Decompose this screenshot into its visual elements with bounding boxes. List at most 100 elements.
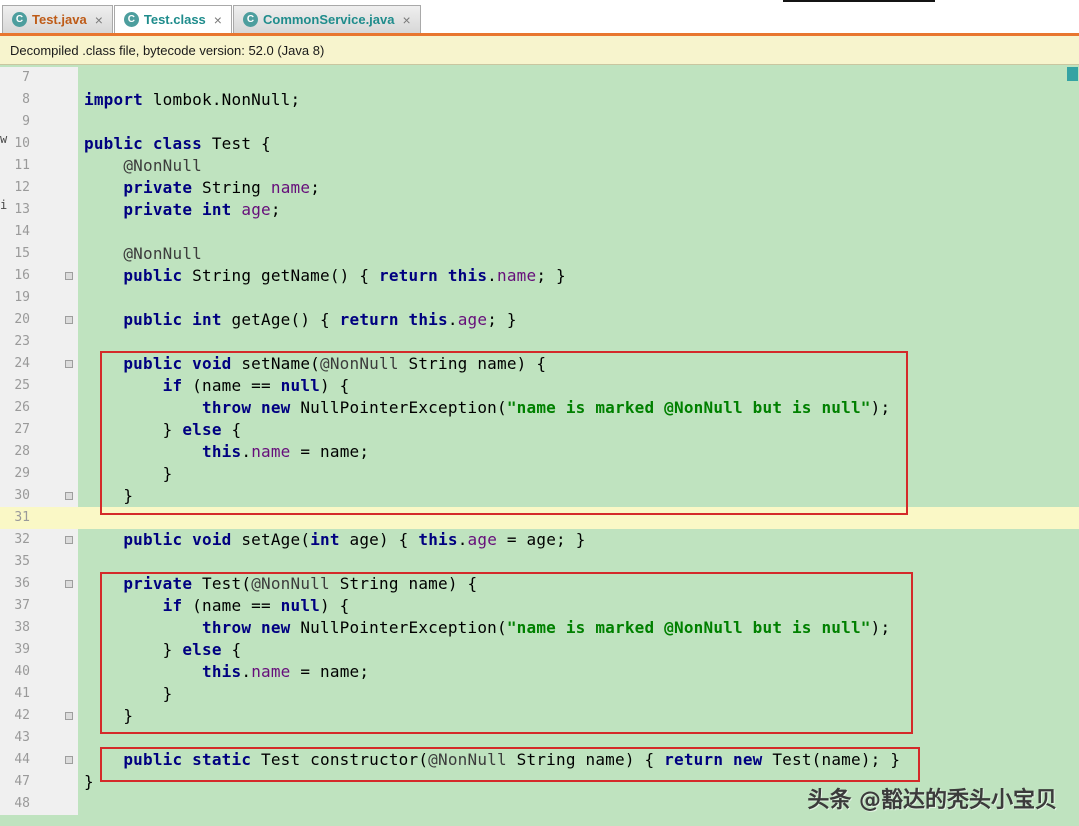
code-line-35[interactable]: 35 (0, 551, 1079, 573)
gutter: 13 (0, 199, 78, 221)
gutter: 41 (0, 683, 78, 705)
ide-window: C Test.java × C Test.class × C CommonService.ja… (0, 0, 1079, 826)
gutter: 10 (0, 133, 78, 155)
line-number: 8 (22, 92, 30, 107)
code-text: private String name; (123, 178, 321, 197)
code-line-9[interactable]: 9 (0, 111, 1079, 133)
line-number: 40 (14, 664, 30, 679)
line-number: 35 (14, 554, 30, 569)
gutter: 48 (0, 793, 78, 815)
fold-marker-icon[interactable] (65, 272, 73, 280)
code-text: import lombok.NonNull; (84, 90, 301, 109)
code-line-11[interactable]: 11 @NonNull (0, 155, 1079, 177)
fold-marker-icon[interactable] (65, 316, 73, 324)
gutter: 24 (0, 353, 78, 375)
code-text: private int age; (123, 200, 281, 219)
gutter: 25 (0, 375, 78, 397)
line-number: 20 (14, 312, 30, 327)
line-number: 42 (14, 708, 30, 723)
fold-marker-icon[interactable] (65, 492, 73, 500)
line-number: 27 (14, 422, 30, 437)
code-line-20[interactable]: 20 public int getAge() { return this.age… (0, 309, 1079, 331)
code-text: public String getName() { return this.na… (123, 266, 566, 285)
gutter: 28 (0, 441, 78, 463)
gutter: 35 (0, 551, 78, 573)
code-line-7[interactable]: 7 (0, 67, 1079, 89)
code-line-10[interactable]: 10 public class Test { (0, 133, 1079, 155)
fold-marker-icon[interactable] (65, 580, 73, 588)
gutter: 26 (0, 397, 78, 419)
top-strip (0, 0, 1079, 5)
line-number: 15 (14, 246, 30, 261)
tab-bar: C Test.java × C Test.class × C CommonService.ja… (0, 5, 1079, 33)
gutter: 30 (0, 485, 78, 507)
close-tab-icon[interactable]: × (95, 13, 103, 27)
tab-test-java[interactable]: C Test.java × (2, 5, 113, 33)
fold-marker-icon[interactable] (65, 712, 73, 720)
banner-text: Decompiled .class file, bytecode version… (10, 42, 325, 58)
code-line-23[interactable]: 23 (0, 331, 1079, 353)
line-number: 37 (14, 598, 30, 613)
fold-marker-icon[interactable] (65, 756, 73, 764)
annotation-box-private-constructor (100, 572, 913, 734)
gutter: 32 (0, 529, 78, 551)
line-number: 19 (14, 290, 30, 305)
edge-fragment: i (0, 198, 8, 212)
watermark: 头条 @豁达的秃头小宝贝 (807, 788, 1057, 813)
gutter: 39 (0, 639, 78, 661)
code-text: @NonNull (123, 244, 203, 263)
gutter: 47 (0, 771, 78, 793)
line-number: 48 (14, 796, 30, 811)
gutter: 20 (0, 309, 78, 331)
line-number: 47 (14, 774, 30, 789)
code-line-19[interactable]: 19 (0, 287, 1079, 309)
close-tab-icon[interactable]: × (403, 13, 411, 27)
code-line-16[interactable]: 16 public String getName() { return this… (0, 265, 1079, 287)
line-number: 28 (14, 444, 30, 459)
line-number: 39 (14, 642, 30, 657)
window-divider (783, 0, 935, 2)
tab-test-class[interactable]: C Test.class × (113, 5, 232, 33)
inspection-indicator[interactable] (1067, 67, 1078, 81)
code-line-12[interactable]: 12 private String name; (0, 177, 1079, 199)
line-number: 25 (14, 378, 30, 393)
class-icon: C (12, 12, 27, 27)
gutter: 12 (0, 177, 78, 199)
tab-label: Test.java (32, 12, 87, 27)
gutter: 40 (0, 661, 78, 683)
code-text: @NonNull (123, 156, 203, 175)
tab-commonservice-java[interactable]: C CommonService.java × (232, 5, 421, 33)
line-number: 30 (14, 488, 30, 503)
close-tab-icon[interactable]: × (214, 13, 222, 27)
code-line-15[interactable]: 15 @NonNull (0, 243, 1079, 265)
code-line-13[interactable]: 13 private int age; (0, 199, 1079, 221)
gutter: 19 (0, 287, 78, 309)
line-number: 14 (14, 224, 30, 239)
gutter: 38 (0, 617, 78, 639)
code-line-32[interactable]: 32 public void setAge(int age) { this.ag… (0, 529, 1079, 551)
gutter: 15 (0, 243, 78, 265)
gutter: 44 (0, 749, 78, 771)
code-line-8[interactable]: 8 import lombok.NonNull; (0, 89, 1079, 111)
gutter: 14 (0, 221, 78, 243)
gutter: 36 (0, 573, 78, 595)
line-number: 32 (14, 532, 30, 547)
fold-marker-icon[interactable] (65, 360, 73, 368)
line-number: 41 (14, 686, 30, 701)
editor[interactable]: 7 8 import lombok.NonNull; 9 10 public class … (0, 65, 1079, 826)
tab-label: CommonService.java (262, 12, 395, 27)
line-number: 16 (14, 268, 30, 283)
code-text: public class Test { (84, 134, 271, 153)
fold-marker-icon[interactable] (65, 536, 73, 544)
line-number: 12 (14, 180, 30, 195)
gutter: 42 (0, 705, 78, 727)
code-text: public void setAge(int age) { this.age =… (123, 530, 586, 549)
gutter: 7 (0, 67, 78, 89)
code-line-14[interactable]: 14 (0, 221, 1079, 243)
line-number: 44 (14, 752, 30, 767)
line-number: 7 (22, 70, 30, 85)
line-number: 9 (22, 114, 30, 129)
